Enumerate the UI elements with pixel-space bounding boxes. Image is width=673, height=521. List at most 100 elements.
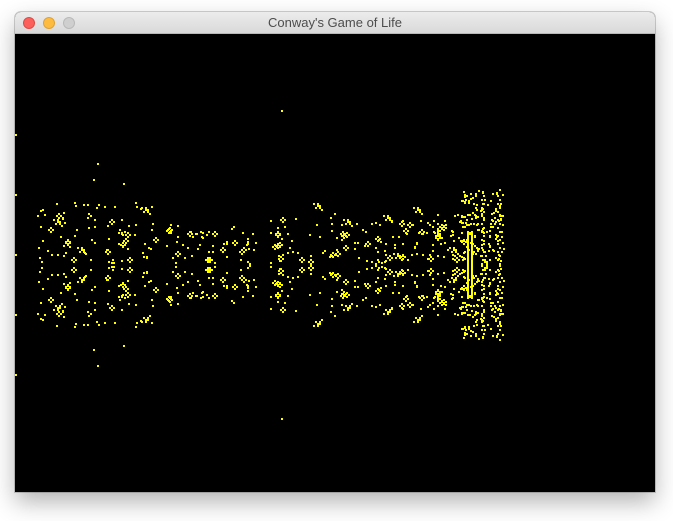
live-cell [85, 253, 87, 255]
live-cell [447, 249, 449, 251]
live-cell [149, 315, 151, 317]
title-bar[interactable]: Conway's Game of Life [15, 12, 655, 34]
live-cell [107, 225, 109, 227]
live-cell [439, 291, 441, 293]
live-cell [403, 223, 405, 225]
live-cell [471, 295, 473, 297]
live-cell [485, 273, 487, 275]
live-cell [55, 223, 57, 225]
live-cell [499, 321, 501, 323]
live-cell [475, 253, 477, 255]
live-cell [212, 251, 214, 253]
live-cell [214, 266, 216, 268]
live-cell [421, 315, 423, 317]
live-cell [246, 244, 248, 246]
live-cell [15, 194, 17, 196]
live-cell [62, 218, 64, 220]
live-cell [295, 218, 297, 220]
live-cell [55, 305, 57, 307]
live-cell [500, 268, 502, 270]
live-cell [499, 207, 501, 209]
live-cell [497, 293, 499, 295]
live-cell [153, 239, 155, 241]
live-cell [69, 286, 71, 288]
live-cell [50, 231, 52, 233]
live-cell [211, 259, 213, 261]
live-cell [317, 203, 319, 205]
live-cell [464, 201, 466, 203]
live-cell [481, 305, 483, 307]
live-cell [439, 230, 441, 232]
live-cell [428, 258, 430, 260]
live-cell [270, 266, 272, 268]
live-cell [182, 284, 184, 286]
live-cell [383, 313, 385, 315]
live-cell [177, 303, 179, 305]
live-cell [483, 325, 485, 327]
live-cell [453, 247, 455, 249]
live-cell [56, 215, 58, 217]
live-cell [391, 307, 393, 309]
live-cell [422, 254, 424, 256]
live-cell [201, 236, 203, 238]
live-cell [166, 283, 168, 285]
live-cell [391, 221, 393, 223]
live-cell [470, 330, 472, 332]
live-cell [502, 194, 504, 196]
live-cell [499, 273, 501, 275]
live-cell [495, 210, 497, 212]
live-cell [299, 269, 301, 271]
live-cell [346, 296, 348, 298]
live-cell [62, 310, 64, 312]
live-cell [334, 315, 336, 317]
live-cell [375, 238, 377, 240]
live-cell [499, 231, 501, 233]
live-cell [279, 283, 281, 285]
life-grid[interactable] [15, 34, 655, 492]
live-cell [486, 261, 488, 263]
live-cell [128, 225, 130, 227]
live-cell [212, 295, 214, 297]
live-cell [331, 305, 333, 307]
live-cell [432, 278, 434, 280]
live-cell [490, 302, 492, 304]
live-cell [345, 293, 347, 295]
live-cell [483, 203, 485, 205]
live-cell [222, 277, 224, 279]
live-cell [349, 307, 351, 309]
live-cell [90, 215, 92, 217]
live-cell [343, 237, 345, 239]
live-cell [121, 232, 123, 234]
live-cell [453, 288, 455, 290]
live-cell [397, 275, 399, 277]
live-cell [484, 267, 486, 269]
live-cell [316, 304, 318, 306]
live-cell [392, 236, 394, 238]
live-cell [464, 226, 466, 228]
live-cell [79, 251, 81, 253]
live-cell [454, 259, 456, 261]
live-cell [58, 315, 60, 317]
live-cell [301, 257, 303, 259]
live-cell [401, 303, 403, 305]
live-cell [481, 213, 483, 215]
live-cell [170, 224, 172, 226]
live-cell [456, 267, 458, 269]
live-cell [489, 293, 491, 295]
live-cell [471, 259, 473, 261]
live-cell [37, 313, 39, 315]
live-cell [444, 242, 446, 244]
live-cell [429, 254, 431, 256]
live-cell [439, 237, 441, 239]
live-cell [107, 303, 109, 305]
live-cell [481, 255, 483, 257]
live-cell [111, 309, 113, 311]
live-cell [310, 273, 312, 275]
live-cell [380, 241, 382, 243]
live-cell [347, 307, 349, 309]
live-cell [464, 196, 466, 198]
live-cell [488, 285, 490, 287]
live-cell [409, 222, 411, 224]
live-cell [231, 228, 233, 230]
live-cell [50, 227, 52, 229]
